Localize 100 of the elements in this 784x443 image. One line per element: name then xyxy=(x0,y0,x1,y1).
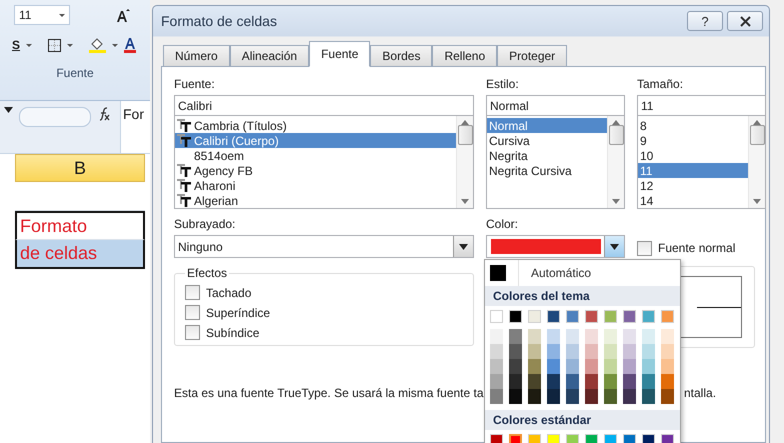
fill-color-icon[interactable] xyxy=(89,37,106,53)
color-swatch[interactable] xyxy=(547,389,560,404)
color-swatch[interactable] xyxy=(509,310,522,323)
color-swatch[interactable] xyxy=(604,374,617,389)
color-swatch[interactable] xyxy=(604,359,617,374)
scroll-down-icon[interactable] xyxy=(612,199,620,204)
color-swatch[interactable] xyxy=(509,344,522,359)
scroll-thumb[interactable] xyxy=(458,125,472,145)
input-field[interactable]: Calibri xyxy=(174,95,474,116)
checkbox[interactable]: Superíndice xyxy=(185,304,463,321)
color-swatch[interactable] xyxy=(661,374,674,389)
list-item[interactable]: Cursiva xyxy=(487,133,607,148)
color-swatch[interactable] xyxy=(585,310,598,323)
name-box[interactable] xyxy=(19,107,91,127)
list-item[interactable]: 11 xyxy=(638,163,748,178)
color-swatch[interactable] xyxy=(604,329,617,344)
color-swatch[interactable] xyxy=(623,359,636,374)
color-swatch[interactable] xyxy=(661,389,674,404)
close-button[interactable] xyxy=(727,11,763,31)
color-swatch[interactable] xyxy=(623,344,636,359)
color-swatch[interactable] xyxy=(604,389,617,404)
color-swatch[interactable] xyxy=(490,359,503,374)
list-item[interactable]: 10 xyxy=(638,148,748,163)
color-swatch[interactable] xyxy=(642,329,655,344)
color-swatch[interactable] xyxy=(509,389,522,404)
checkbox[interactable]: Fuente normal xyxy=(637,238,766,258)
color-swatch[interactable] xyxy=(509,359,522,374)
color-swatch[interactable] xyxy=(642,359,655,374)
grow-font-icon[interactable] xyxy=(116,8,130,22)
list-item[interactable]: Negrita Cursiva xyxy=(487,163,607,178)
color-swatch[interactable] xyxy=(566,389,579,404)
list-item[interactable]: Agency FB xyxy=(175,163,456,178)
color-swatch[interactable] xyxy=(642,310,655,323)
color-swatch[interactable] xyxy=(585,359,598,374)
input-field[interactable]: Normal xyxy=(486,95,625,116)
scroll-thumb[interactable] xyxy=(608,125,624,145)
list-item[interactable]: Cambria (Títulos) xyxy=(175,118,456,133)
color-swatch[interactable] xyxy=(642,389,655,404)
tab[interactable]: Relleno xyxy=(432,45,498,67)
scroll-down-icon[interactable] xyxy=(461,199,469,204)
color-swatch[interactable] xyxy=(566,359,579,374)
color-swatch[interactable] xyxy=(547,374,560,389)
color-swatch[interactable] xyxy=(566,310,579,323)
scroll-thumb[interactable] xyxy=(750,125,764,145)
checkbox[interactable]: Tachado xyxy=(185,284,463,301)
color-swatch[interactable] xyxy=(509,329,522,344)
borders-icon[interactable] xyxy=(48,38,62,52)
color-swatch[interactable] xyxy=(642,344,655,359)
font-color-icon[interactable] xyxy=(124,37,136,53)
color-swatch[interactable] xyxy=(528,344,541,359)
list-item[interactable]: 8 xyxy=(638,118,748,133)
list-item[interactable]: Negrita xyxy=(487,148,607,163)
color-swatch[interactable] xyxy=(509,374,522,389)
color-swatch[interactable] xyxy=(528,389,541,404)
font-size-field[interactable]: 11 xyxy=(14,5,70,25)
color-swatch[interactable] xyxy=(547,329,560,344)
tab[interactable]: Alineación xyxy=(230,45,310,67)
list-item[interactable]: 14 xyxy=(638,193,748,208)
list-item[interactable]: 12 xyxy=(638,178,748,193)
color-swatch[interactable] xyxy=(642,374,655,389)
color-swatch[interactable] xyxy=(585,374,598,389)
color-swatch[interactable] xyxy=(528,310,541,323)
table-cell[interactable]: Formato xyxy=(15,211,145,240)
color-swatch[interactable] xyxy=(623,310,636,323)
color-swatch[interactable] xyxy=(528,359,541,374)
color-swatch[interactable] xyxy=(528,374,541,389)
color-swatch[interactable] xyxy=(528,329,541,344)
color-swatch[interactable] xyxy=(623,374,636,389)
tab[interactable]: Número xyxy=(163,45,230,67)
underline-button[interactable]: S xyxy=(12,38,20,52)
color-swatch[interactable] xyxy=(604,310,617,323)
list-item[interactable]: Normal xyxy=(487,118,607,133)
list-item[interactable]: Algerian xyxy=(175,193,456,208)
dropdown[interactable]: Ninguno xyxy=(174,235,474,258)
column-header[interactable]: B xyxy=(15,154,145,182)
tab[interactable]: Proteger xyxy=(497,45,568,67)
automatic-color-option[interactable]: Automático xyxy=(485,260,680,286)
color-swatch[interactable] xyxy=(490,310,503,323)
input-field[interactable]: 11 xyxy=(637,95,766,116)
checkbox[interactable]: Subíndice xyxy=(185,324,463,341)
list-item[interactable]: Calibri (Cuerpo) xyxy=(175,133,456,148)
color-swatch[interactable] xyxy=(623,329,636,344)
color-swatch[interactable] xyxy=(585,329,598,344)
list-item[interactable]: 8514oem xyxy=(175,148,456,163)
color-swatch[interactable] xyxy=(661,359,674,374)
list-item[interactable]: Aharoni xyxy=(175,178,456,193)
color-swatch[interactable] xyxy=(566,329,579,344)
color-swatch[interactable] xyxy=(566,374,579,389)
color-swatch[interactable] xyxy=(604,344,617,359)
color-swatch[interactable] xyxy=(490,344,503,359)
list-item[interactable]: 9 xyxy=(638,133,748,148)
help-button[interactable]: ? xyxy=(687,11,723,31)
scroll-down-icon[interactable] xyxy=(753,199,761,204)
tab[interactable]: Bordes xyxy=(370,45,432,67)
color-swatch[interactable] xyxy=(585,389,598,404)
color-swatch[interactable] xyxy=(547,310,560,323)
color-swatch[interactable] xyxy=(547,344,560,359)
tab[interactable]: Fuente xyxy=(309,41,370,67)
color-swatch[interactable] xyxy=(661,310,674,323)
color-swatch[interactable] xyxy=(490,374,503,389)
